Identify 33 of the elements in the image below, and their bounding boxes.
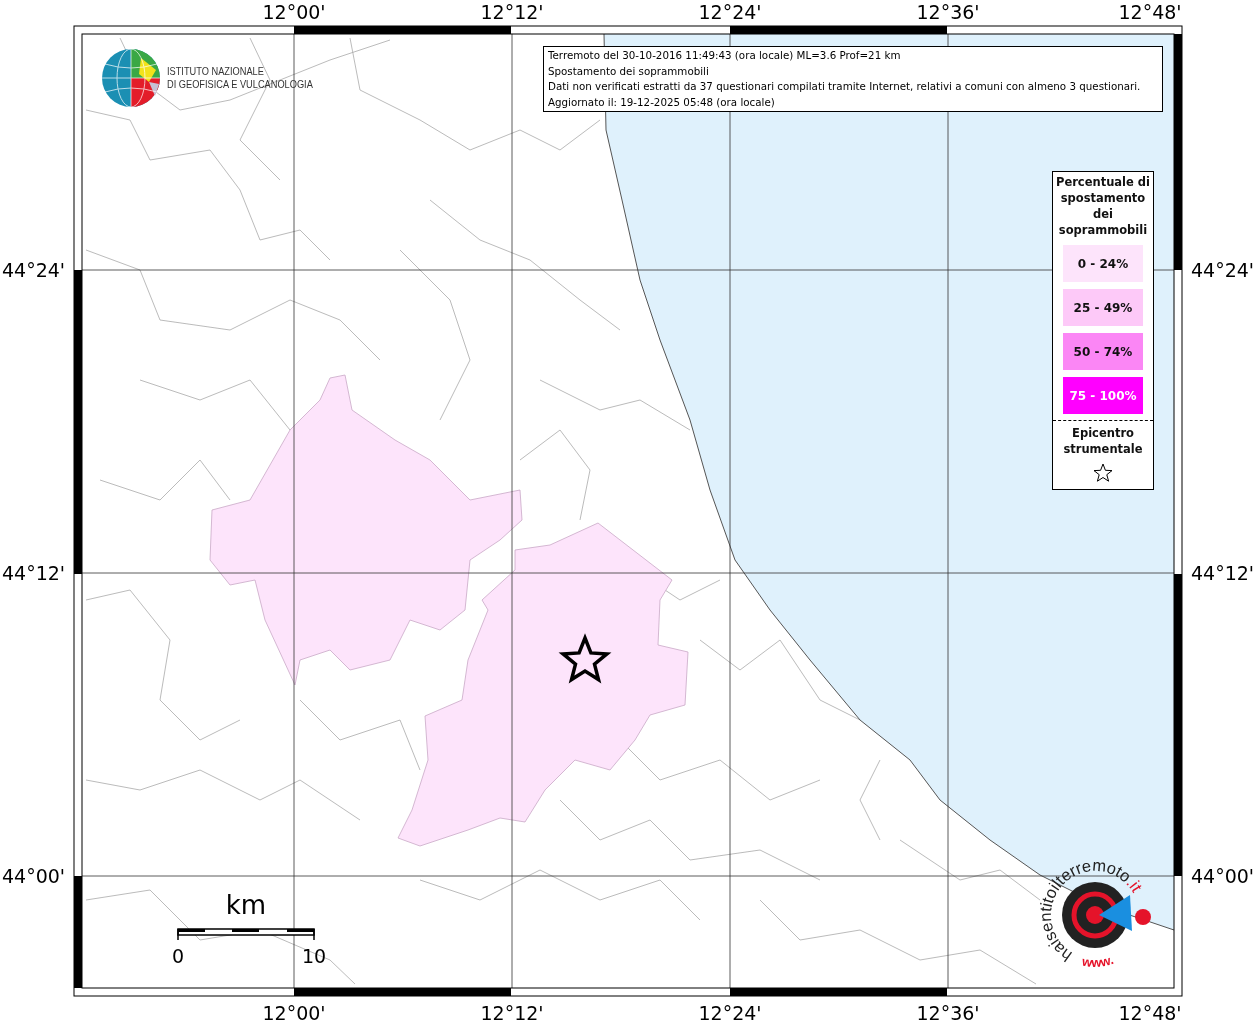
longitude-label: 12°36' [916, 1002, 980, 1024]
latitude-label: 44°00' [2, 865, 66, 887]
latitude-label: 44°24' [2, 259, 66, 281]
star-icon [1093, 463, 1113, 483]
scale-label: 10 [301, 945, 327, 967]
epicenter-star-icon [558, 633, 612, 684]
longitude-label: 12°24' [698, 1, 762, 23]
info-text: Dati non verificati estratti da 37 questionari compilati tramite Internet, relativi a comuni con almeno 3 questionari. [548, 79, 1142, 94]
longitude-label: 12°00' [262, 1, 326, 23]
scale-label: 0 [171, 945, 185, 967]
info-text: Spostamento dei soprammobili [548, 63, 710, 79]
legend-swatch: 50 - 74% [1063, 333, 1143, 370]
latitude-label: 44°00' [1191, 865, 1255, 887]
info-text: Aggiornato il: 19-12-2025 05:48 (ora locale) [548, 94, 776, 110]
legend-swatch: 25 - 49% [1063, 289, 1143, 326]
latitude-label: 44°12' [2, 562, 66, 584]
epicenter-label: Epicentro strumentale [1062, 425, 1144, 457]
info-text: Terremoto del 30-10-2016 11:49:43 (ora locale) ML=3.6 Prof=21 km [548, 48, 902, 63]
longitude-label: 12°00' [262, 1002, 326, 1024]
institute-name: ISTITUTO NAZIONALE DI GEOFISICA E VULCANOLOGIA [167, 65, 313, 91]
longitude-label: 12°12' [480, 1002, 544, 1024]
globe-logo-icon [101, 48, 161, 108]
longitude-label: 12°24' [698, 1002, 762, 1024]
longitude-label: 12°48' [1118, 1, 1182, 23]
legend-title: Percentuale di spostamento dei soprammobili [1054, 174, 1152, 238]
legend-swatch: 75 - 100% [1063, 377, 1143, 414]
longitude-label: 12°48' [1118, 1002, 1182, 1024]
legend-swatch: 0 - 24% [1063, 245, 1143, 282]
longitude-label: 12°36' [916, 1, 980, 23]
scale-unit: km [225, 890, 267, 920]
latitude-label: 44°24' [1191, 259, 1255, 281]
longitude-label: 12°12' [480, 1, 544, 23]
latitude-label: 44°12' [1191, 562, 1255, 584]
